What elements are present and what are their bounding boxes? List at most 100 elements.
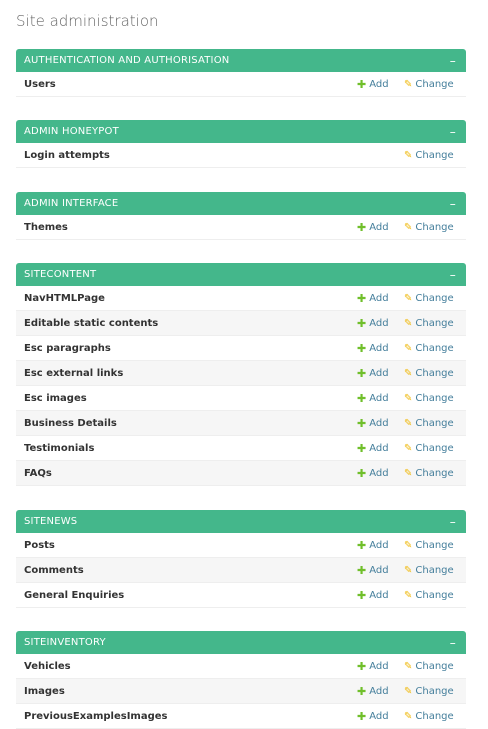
- change-link[interactable]: ✎ Change: [404, 468, 466, 479]
- collapse-toggle[interactable]: –: [450, 198, 456, 210]
- add-link[interactable]: ✚ Add: [357, 710, 404, 723]
- change-link[interactable]: ✎ Change: [404, 443, 466, 454]
- model-row: Comments ✚ Add ✎ Change: [16, 558, 466, 583]
- change-link[interactable]: ✎ Change: [404, 711, 466, 722]
- module-title[interactable]: Sitenews: [24, 516, 77, 527]
- change-link[interactable]: ✎ Change: [404, 293, 466, 304]
- module-header: Admin Honeypot –: [16, 120, 466, 143]
- model-row: Testimonials ✚ Add ✎ Change: [16, 436, 466, 461]
- plus-icon: ✚: [357, 77, 367, 91]
- add-link[interactable]: ✚ Add: [357, 317, 404, 330]
- add-link[interactable]: ✚ Add: [357, 392, 404, 405]
- change-link[interactable]: ✎ Change: [404, 343, 466, 354]
- model-link[interactable]: Themes: [16, 222, 357, 233]
- change-link[interactable]: ✎ Change: [404, 222, 466, 233]
- module-header: Authentication and Authorisation –: [16, 49, 466, 72]
- add-link[interactable]: ✚ Add: [357, 685, 404, 698]
- change-link[interactable]: ✎ Change: [404, 79, 466, 90]
- module-siteinventory: Siteinventory – Vehicles ✚ Add ✎ Change Im…: [16, 631, 466, 729]
- add-link[interactable]: ✚ Add: [357, 221, 404, 234]
- model-row: PreviousExamplesImages ✚ Add ✎ Change: [16, 704, 466, 729]
- add-link[interactable]: ✚ Add: [357, 660, 404, 673]
- module-title[interactable]: Siteinventory: [24, 637, 106, 648]
- change-link[interactable]: ✎ Change: [404, 590, 466, 601]
- model-link[interactable]: Testimonials: [16, 443, 357, 454]
- pencil-icon: ✎: [404, 442, 413, 454]
- plus-icon: ✚: [357, 316, 367, 330]
- module-title[interactable]: Sitecontent: [24, 269, 96, 280]
- add-link[interactable]: ✚ Add: [357, 564, 404, 577]
- change-link[interactable]: ✎ Change: [404, 565, 466, 576]
- pencil-icon: ✎: [404, 710, 413, 722]
- plus-icon: ✚: [357, 563, 367, 577]
- plus-icon: ✚: [357, 291, 367, 305]
- pencil-icon: ✎: [404, 221, 413, 233]
- model-link[interactable]: Business Details: [16, 418, 357, 429]
- module-admin-honeypot: Admin Honeypot – Login attempts ✎ Change: [16, 120, 466, 168]
- change-link[interactable]: ✎ Change: [404, 540, 466, 551]
- module-header: Sitecontent –: [16, 263, 466, 286]
- model-row: FAQs ✚ Add ✎ Change: [16, 461, 466, 486]
- plus-icon: ✚: [357, 466, 367, 480]
- plus-icon: ✚: [357, 684, 367, 698]
- pencil-icon: ✎: [404, 685, 413, 697]
- plus-icon: ✚: [357, 659, 367, 673]
- module-title[interactable]: Admin Interface: [24, 198, 118, 209]
- change-link[interactable]: ✎ Change: [404, 368, 466, 379]
- pencil-icon: ✎: [404, 149, 413, 161]
- model-link[interactable]: Esc external links: [16, 368, 357, 379]
- add-link[interactable]: ✚ Add: [357, 442, 404, 455]
- model-link[interactable]: Esc paragraphs: [16, 343, 357, 354]
- add-link[interactable]: ✚ Add: [357, 367, 404, 380]
- pencil-icon: ✎: [404, 392, 413, 404]
- model-link[interactable]: FAQs: [16, 468, 357, 479]
- model-row: Posts ✚ Add ✎ Change: [16, 533, 466, 558]
- plus-icon: ✚: [357, 416, 367, 430]
- model-link[interactable]: Comments: [16, 565, 357, 576]
- model-row: Esc external links ✚ Add ✎ Change: [16, 361, 466, 386]
- pencil-icon: ✎: [404, 467, 413, 479]
- change-link[interactable]: ✎ Change: [404, 418, 466, 429]
- pencil-icon: ✎: [404, 292, 413, 304]
- model-link[interactable]: Editable static contents: [16, 318, 357, 329]
- model-row-themes: Themes ✚ Add ✎ Change: [16, 215, 466, 240]
- add-link[interactable]: ✚ Add: [357, 417, 404, 430]
- module-sitecontent: Sitecontent – NavHTMLPage ✚ Add ✎ Change E…: [16, 263, 466, 486]
- plus-icon: ✚: [357, 220, 367, 234]
- add-link[interactable]: ✚ Add: [357, 292, 404, 305]
- collapse-toggle[interactable]: –: [450, 516, 456, 528]
- add-link[interactable]: ✚ Add: [357, 539, 404, 552]
- pencil-icon: ✎: [404, 539, 413, 551]
- add-link[interactable]: ✚ Add: [357, 467, 404, 480]
- collapse-toggle[interactable]: –: [450, 126, 456, 138]
- model-link[interactable]: Esc images: [16, 393, 357, 404]
- model-row: Esc paragraphs ✚ Add ✎ Change: [16, 336, 466, 361]
- collapse-toggle[interactable]: –: [450, 55, 456, 67]
- model-row: General Enquiries ✚ Add ✎ Change: [16, 583, 466, 608]
- model-link[interactable]: Vehicles: [16, 661, 357, 672]
- pencil-icon: ✎: [404, 317, 413, 329]
- change-link[interactable]: ✎ Change: [404, 318, 466, 329]
- collapse-toggle[interactable]: –: [450, 269, 456, 281]
- model-link[interactable]: Posts: [16, 540, 357, 551]
- model-row: Esc images ✚ Add ✎ Change: [16, 386, 466, 411]
- add-link[interactable]: ✚ Add: [357, 342, 404, 355]
- add-link[interactable]: ✚ Add: [357, 589, 404, 602]
- change-link[interactable]: ✎ Change: [404, 393, 466, 404]
- model-link[interactable]: PreviousExamplesImages: [16, 711, 357, 722]
- change-link[interactable]: ✎ Change: [404, 686, 466, 697]
- module-title[interactable]: Admin Honeypot: [24, 126, 119, 137]
- model-link[interactable]: NavHTMLPage: [16, 293, 357, 304]
- change-link[interactable]: ✎ Change: [404, 661, 466, 672]
- collapse-toggle[interactable]: –: [450, 637, 456, 649]
- model-link[interactable]: Images: [16, 686, 357, 697]
- model-link[interactable]: Login attempts: [16, 150, 357, 161]
- page-title: Site administration: [16, 12, 159, 30]
- plus-icon: ✚: [357, 588, 367, 602]
- add-link[interactable]: ✚ Add: [357, 78, 404, 91]
- model-link[interactable]: General Enquiries: [16, 590, 357, 601]
- module-title[interactable]: Authentication and Authorisation: [24, 55, 229, 66]
- model-link[interactable]: Users: [16, 79, 357, 90]
- change-link[interactable]: ✎ Change: [404, 150, 466, 161]
- model-row: Editable static contents ✚ Add ✎ Change: [16, 311, 466, 336]
